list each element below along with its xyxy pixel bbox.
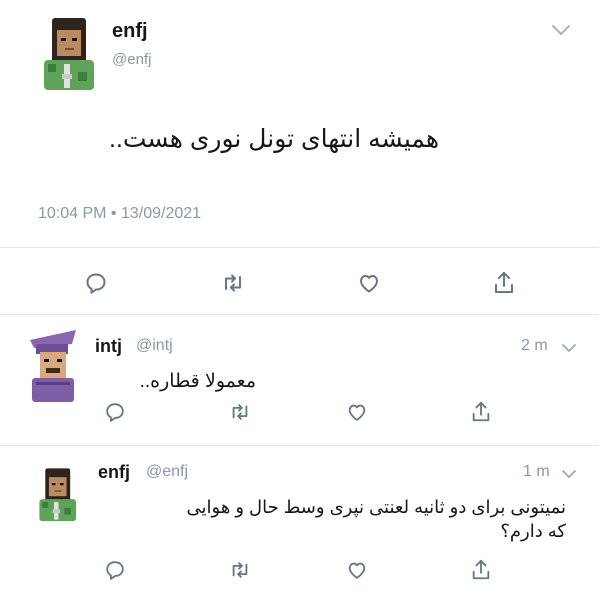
reply-text-line-1: نمیتونی برای دو ثانیه لعنتی نپری وسط حال… <box>186 497 566 517</box>
author-name[interactable]: intj <box>95 336 122 357</box>
like-icon[interactable] <box>346 559 368 581</box>
reply-text-line-2: که دارم؟ <box>500 521 566 541</box>
author-handle[interactable]: @enfj <box>112 51 151 68</box>
avatar[interactable] <box>35 458 79 530</box>
share-icon[interactable] <box>470 558 492 582</box>
divider <box>0 445 599 446</box>
reply-icon[interactable] <box>104 401 126 423</box>
author-handle[interactable]: @intj <box>136 337 173 355</box>
chevron-down-icon[interactable] <box>550 23 572 37</box>
author-handle[interactable]: @enfj <box>146 463 188 481</box>
like-icon[interactable] <box>357 271 381 295</box>
chevron-down-icon[interactable] <box>560 468 578 480</box>
divider <box>0 314 599 315</box>
reply-icon[interactable] <box>104 559 126 581</box>
tweet-text: همیشه انتهای تونل نوری هست.. <box>108 125 439 153</box>
avatar[interactable] <box>38 14 98 92</box>
divider <box>0 247 599 248</box>
author-name[interactable]: enfj <box>112 20 148 43</box>
chevron-down-icon[interactable] <box>560 342 578 354</box>
reply-icon[interactable] <box>84 271 108 295</box>
reply-time: 2 m <box>521 337 548 354</box>
reply-text: معمولا قطاره.. <box>139 371 256 392</box>
share-icon[interactable] <box>492 270 516 296</box>
author-name[interactable]: enfj <box>98 462 130 483</box>
retweet-icon[interactable] <box>228 559 252 581</box>
tweet-timestamp: 10:04 PM • 13/09/2021 <box>38 205 202 222</box>
share-icon[interactable] <box>470 400 492 424</box>
like-icon[interactable] <box>346 401 368 423</box>
retweet-icon[interactable] <box>228 401 252 423</box>
retweet-icon[interactable] <box>220 271 246 295</box>
reply-time: 1 m <box>523 463 550 480</box>
